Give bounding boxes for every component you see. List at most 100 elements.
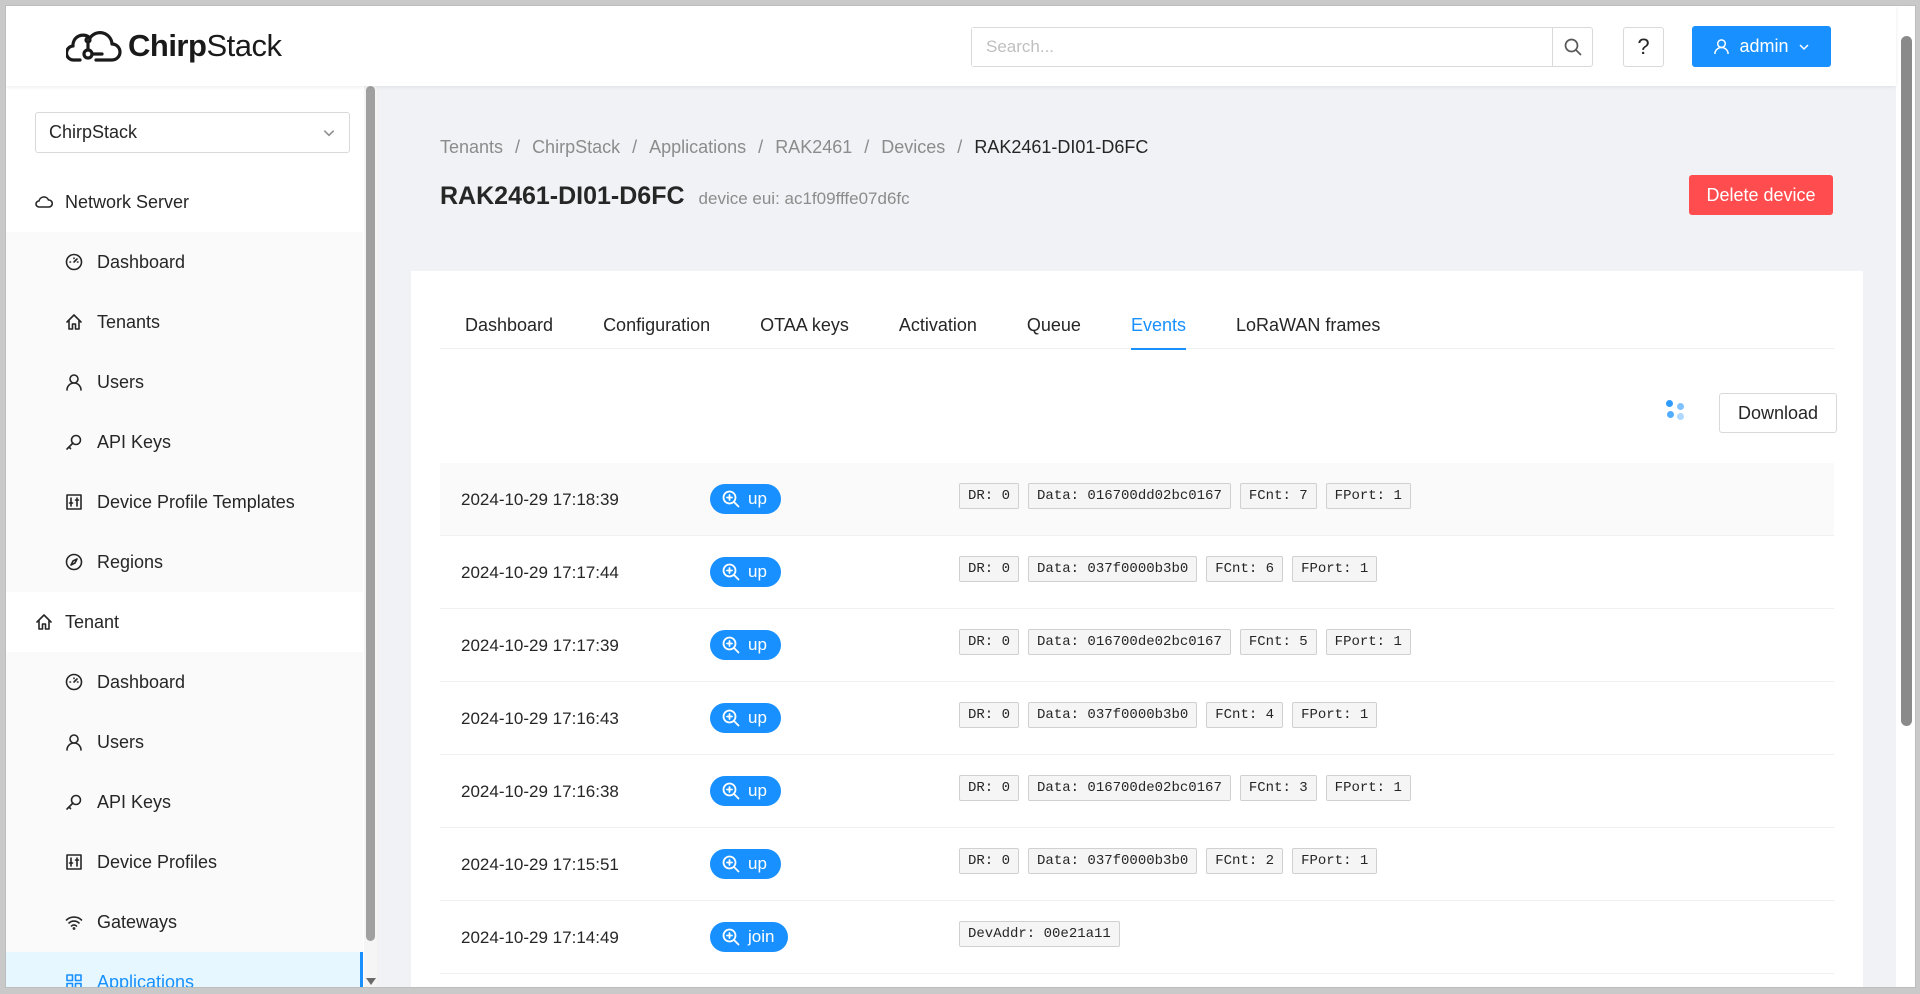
user-menu-button[interactable]: admin: [1692, 26, 1831, 67]
sidebar-item-tenant-api-keys[interactable]: API Keys: [6, 772, 363, 832]
event-field-code: DR: 0: [959, 848, 1020, 874]
sidebar-item-device-profile-templates[interactable]: Device Profile Templates: [6, 472, 363, 532]
event-field-code: DevAddr: 00e21a11: [959, 921, 1120, 947]
zoom-in-icon: [722, 636, 740, 654]
sidebar-item-ns-dashboard[interactable]: Dashboard: [6, 232, 363, 292]
sidebar-menu: Network Server Dashboard Tenants Users A…: [6, 172, 363, 987]
search-button[interactable]: [1552, 28, 1592, 66]
device-card: Dashboard Configuration OTAA keys Activa…: [411, 271, 1863, 987]
breadcrumb: Tenants / ChirpStack / Applications / RAK24…: [440, 137, 1148, 158]
breadcrumb-separator: /: [864, 137, 870, 157]
events-list: 2024-10-29 17:18:39 up DR: 0 Data: 016700dd…: [440, 463, 1834, 974]
event-fields: DR: 0 Data: 016700de02bc0167 FCnt: 3 FPort:…: [959, 775, 1411, 801]
event-type-label: up: [748, 562, 767, 581]
tenant-select[interactable]: ChirpStack: [35, 112, 350, 153]
event-field-code: FCnt: 3: [1239, 775, 1317, 801]
event-type-tag[interactable]: up: [710, 630, 781, 660]
sidebar-scrollbar[interactable]: [364, 86, 377, 987]
menu-group-tenant[interactable]: Tenant: [6, 592, 363, 652]
tab-lorawan-frames[interactable]: LoRaWAN frames: [1236, 301, 1380, 349]
event-type-tag[interactable]: up: [710, 776, 781, 806]
breadcrumb-application[interactable]: RAK2461: [775, 137, 852, 158]
help-label: ?: [1637, 34, 1650, 59]
sidebar-item-applications[interactable]: Applications: [6, 952, 363, 987]
breadcrumb-current: RAK2461-DI01-D6FC: [974, 137, 1149, 157]
search-icon: [1564, 38, 1582, 56]
zoom-in-icon: [722, 782, 740, 800]
event-row[interactable]: 2024-10-29 17:15:51 up DR: 0 Data: 037f0000…: [440, 828, 1834, 901]
sidebar-item-tenant-dashboard[interactable]: Dashboard: [6, 652, 363, 712]
tab-queue[interactable]: Queue: [1027, 301, 1081, 349]
event-field-code: DR: 0: [959, 556, 1020, 582]
app-window: ChirpStack ? admin ChirpStack Network Se…: [5, 5, 1916, 988]
event-type-tag[interactable]: up: [710, 703, 781, 733]
sidebar-item-tenants[interactable]: Tenants: [6, 292, 363, 352]
sidebar-item-label: Device Profile Templates: [97, 491, 295, 512]
breadcrumb-devices[interactable]: Devices: [881, 137, 945, 158]
zoom-in-icon: [722, 563, 740, 581]
user-icon: [66, 374, 82, 391]
event-field-code: DR: 0: [959, 775, 1020, 801]
event-type-tag[interactable]: up: [710, 484, 781, 514]
dashboard-icon: [65, 253, 83, 271]
delete-device-button[interactable]: Delete device: [1689, 175, 1833, 215]
event-row[interactable]: 2024-10-29 17:18:39 up DR: 0 Data: 016700dd…: [440, 463, 1834, 536]
tab-events[interactable]: Events: [1130, 301, 1186, 350]
cloud-icon: [35, 196, 53, 208]
event-field-code: FPort: 1: [1325, 629, 1411, 655]
scroll-down-arrow-icon[interactable]: [366, 978, 376, 985]
event-fields: DR: 0 Data: 016700dd02bc0167 FCnt: 7 FPort:…: [959, 483, 1411, 509]
event-field-code: Data: 037f0000b3b0: [1028, 556, 1198, 582]
tab-dashboard[interactable]: Dashboard: [465, 301, 553, 349]
event-field-code: FCnt: 2: [1206, 848, 1284, 874]
tab-otaa-keys[interactable]: OTAA keys: [760, 301, 849, 349]
event-fields: DR: 0 Data: 037f0000b3b0 FCnt: 2 FPort: 1: [959, 848, 1378, 874]
menu-group-network-server[interactable]: Network Server: [6, 172, 363, 232]
sidebar-item-device-profiles[interactable]: Device Profiles: [6, 832, 363, 892]
event-field-code: FPort: 1: [1292, 556, 1378, 582]
window-scrollbar[interactable]: [1896, 6, 1915, 987]
sidebar-item-tenant-users[interactable]: Users: [6, 712, 363, 772]
event-field-code: FPort: 1: [1292, 702, 1378, 728]
event-row[interactable]: 2024-10-29 17:16:43 up DR: 0 Data: 037f0000…: [440, 682, 1834, 755]
breadcrumb-applications[interactable]: Applications: [649, 137, 746, 158]
event-field-code: Data: 016700dd02bc0167: [1028, 483, 1231, 509]
user-label: admin: [1739, 36, 1789, 56]
tab-configuration[interactable]: Configuration: [603, 301, 710, 349]
sidebar-scrollbar-thumb[interactable]: [366, 86, 375, 941]
breadcrumb-tenant[interactable]: ChirpStack: [532, 137, 620, 158]
download-button[interactable]: Download: [1719, 393, 1837, 433]
event-fields: DR: 0 Data: 016700de02bc0167 FCnt: 5 FPort:…: [959, 629, 1411, 655]
event-fields: DR: 0 Data: 037f0000b3b0 FCnt: 6 FPort: 1: [959, 556, 1378, 582]
control-icon: [66, 494, 82, 510]
breadcrumb-separator: /: [957, 137, 963, 157]
menu-group-label: Network Server: [65, 191, 190, 212]
event-type-tag[interactable]: up: [710, 849, 781, 879]
event-row[interactable]: 2024-10-29 17:14:49 join DevAddr: 00e21a11: [440, 901, 1834, 974]
sidebar-item-ns-api-keys[interactable]: API Keys: [6, 412, 363, 472]
event-type-label: up: [748, 708, 767, 727]
chevron-down-icon: [1798, 43, 1809, 50]
tab-activation[interactable]: Activation: [899, 301, 977, 349]
event-type-label: up: [748, 635, 767, 654]
sidebar-item-regions[interactable]: Regions: [6, 532, 363, 592]
sidebar-item-ns-users[interactable]: Users: [6, 352, 363, 412]
event-timestamp: 2024-10-29 17:17:39: [461, 636, 619, 655]
event-row[interactable]: 2024-10-29 17:17:44 up DR: 0 Data: 037f0000…: [440, 536, 1834, 609]
event-row[interactable]: 2024-10-29 17:16:38 up DR: 0 Data: 016700de…: [440, 755, 1834, 828]
event-field-code: FCnt: 5: [1239, 629, 1317, 655]
device-tabs: Dashboard Configuration OTAA keys Activa…: [440, 301, 1834, 350]
logo-wordmark: ChirpStack: [128, 28, 282, 63]
event-type-tag[interactable]: join: [710, 922, 789, 952]
event-type-tag[interactable]: up: [710, 557, 781, 587]
event-row[interactable]: 2024-10-29 17:17:39 up DR: 0 Data: 016700de…: [440, 609, 1834, 682]
search-input[interactable]: [972, 28, 1552, 66]
window-scrollbar-thumb[interactable]: [1901, 36, 1912, 726]
sidebar-item-gateways[interactable]: Gateways: [6, 892, 363, 952]
breadcrumb-tenants[interactable]: Tenants: [440, 137, 503, 158]
event-timestamp: 2024-10-29 17:16:38: [461, 782, 619, 801]
page-header: RAK2461-DI01-D6FC device eui: ac1f09fffe…: [440, 182, 910, 211]
help-button[interactable]: ?: [1623, 27, 1664, 67]
event-fields: DR: 0 Data: 037f0000b3b0 FCnt: 4 FPort: 1: [959, 702, 1378, 728]
chirpstack-logo[interactable]: ChirpStack: [66, 24, 282, 68]
